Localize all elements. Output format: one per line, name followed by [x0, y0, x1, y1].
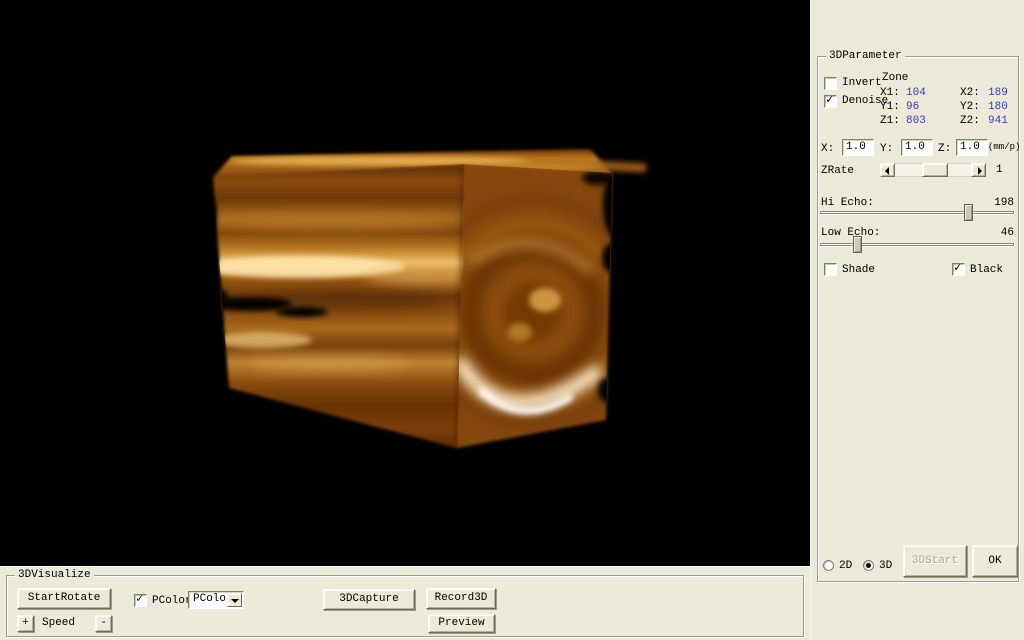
speed-minus-button[interactable]: - [95, 615, 112, 632]
visualize-groupbox: 3DVisualize StartRotate + Speed - PColor… [6, 575, 804, 637]
zone-x1-label: X1: [880, 87, 900, 100]
3dstart-button[interactable]: 3DStart [903, 545, 967, 577]
zrate-scroll-left-button[interactable] [880, 163, 895, 177]
zrate-scroll-right-button[interactable] [971, 163, 986, 177]
pcolor-label: PColor [152, 595, 192, 608]
hi-echo-slider-thumb[interactable] [964, 204, 973, 221]
start-rotate-button[interactable]: StartRotate [17, 588, 111, 609]
scale-y-input[interactable]: 1.0 [901, 139, 933, 156]
shade-checkbox[interactable] [824, 263, 837, 276]
zone-x2-label: X2: [960, 87, 980, 100]
zone-label: Zone [882, 72, 908, 85]
shade-label: Shade [842, 264, 875, 277]
zrate-value: 1 [996, 164, 1003, 177]
zrate-scrollbar[interactable] [880, 163, 986, 177]
scroll-left-icon [885, 167, 889, 175]
volume-render [0, 0, 810, 566]
mode-3d-label: 3D [879, 560, 892, 573]
black-checkbox[interactable] [952, 263, 965, 276]
speed-label: Speed [42, 617, 75, 630]
scale-z-input[interactable]: 1.0 [956, 139, 988, 156]
zone-z1-label: Z1: [880, 115, 900, 128]
record3d-button[interactable]: Record3D [426, 588, 496, 609]
3dcapture-button[interactable]: 3DCapture [323, 589, 415, 610]
invert-checkbox[interactable] [824, 77, 837, 90]
black-label: Black [970, 264, 1003, 277]
zone-y2-label: Y2: [960, 101, 980, 114]
scale-y-label: Y: [880, 143, 893, 156]
dropdown-arrow-icon [231, 599, 239, 603]
mode-2d-radio[interactable] [823, 560, 834, 571]
low-echo-slider-track[interactable] [820, 243, 1014, 246]
scroll-right-icon [978, 167, 982, 175]
zone-y2-value: 180 [988, 101, 1008, 114]
preview-button[interactable]: Preview [428, 614, 495, 633]
zone-z2-value: 941 [988, 115, 1008, 128]
low-echo-slider[interactable] [820, 235, 1014, 255]
speed-plus-button[interactable]: + [17, 615, 34, 632]
ok-button[interactable]: OK [972, 545, 1018, 577]
zone-x2-value: 189 [988, 87, 1008, 100]
zrate-scroll-thumb[interactable] [922, 163, 948, 177]
parameter-panel: 3DParameter Invert Denoise Zone X1: 104 … [810, 0, 1024, 640]
hi-echo-slider-track[interactable] [820, 211, 1014, 214]
scale-x-input[interactable]: 1.0 [842, 139, 874, 156]
scale-unit-label: (mm/p) [988, 141, 1020, 154]
invert-label: Invert [842, 77, 882, 90]
denoise-checkbox[interactable] [824, 95, 837, 108]
zone-z2-label: Z2: [960, 115, 980, 128]
render-viewport[interactable] [0, 0, 810, 566]
parameter-group-title: 3DParameter [826, 50, 905, 63]
scale-x-label: X: [821, 143, 834, 156]
pcolor-dropdown-button[interactable] [227, 593, 242, 607]
visualize-group-title: 3DVisualize [15, 569, 94, 582]
zone-y1-label: Y1: [880, 101, 900, 114]
mode-2d-label: 2D [839, 560, 852, 573]
hi-echo-slider[interactable] [820, 203, 1014, 223]
zone-z1-value: 803 [906, 115, 926, 128]
pcolor-checkbox[interactable] [134, 594, 147, 607]
mode-3d-radio[interactable] [863, 560, 874, 571]
zone-x1-value: 104 [906, 87, 926, 100]
visualize-panel: 3DVisualize StartRotate + Speed - PColor… [0, 566, 810, 640]
scale-z-label: Z: [938, 143, 951, 156]
pcolor-dropdown[interactable]: PColor [188, 591, 244, 609]
app-window: 3DParameter Invert Denoise Zone X1: 104 … [0, 0, 1024, 640]
low-echo-slider-thumb[interactable] [853, 236, 862, 253]
zone-y1-value: 96 [906, 101, 919, 114]
zrate-label: ZRate [821, 165, 854, 178]
parameter-groupbox: 3DParameter Invert Denoise Zone X1: 104 … [817, 56, 1019, 582]
